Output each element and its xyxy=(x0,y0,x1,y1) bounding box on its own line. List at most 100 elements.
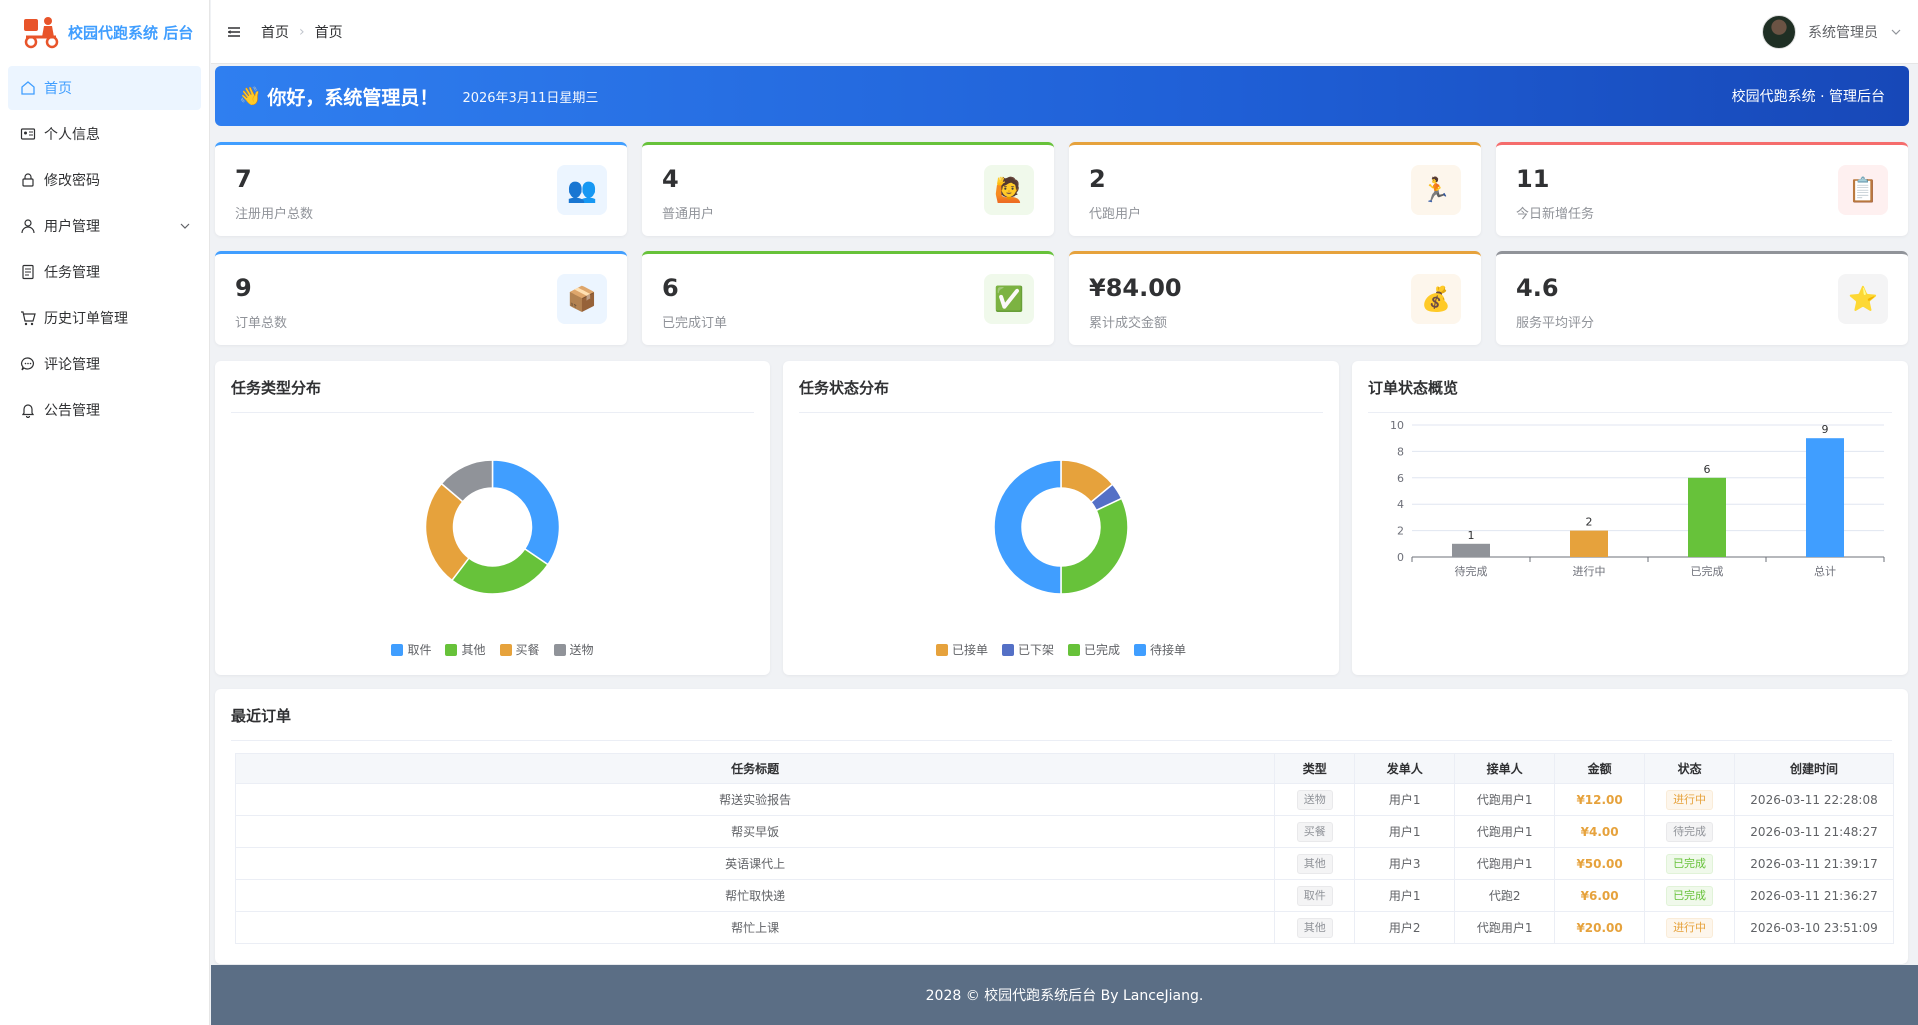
legend-item[interactable]: 已接单 xyxy=(935,641,988,658)
cell-runner: 代跑2 xyxy=(1454,879,1556,912)
cell-created: 2026-03-11 21:36:27 xyxy=(1734,879,1894,912)
cell-status: 已完成 xyxy=(1644,847,1736,880)
amount-value: ¥20.00 xyxy=(1576,920,1623,935)
sidebar-item-tasks[interactable]: 任务管理 xyxy=(8,250,201,294)
tag-badge: 送物 xyxy=(1296,789,1333,810)
chat-icon xyxy=(21,357,34,371)
sidebar-item-notices[interactable]: 公告管理 xyxy=(8,388,201,432)
legend-item[interactable]: 买餐 xyxy=(499,641,540,658)
legend-item[interactable]: 其他 xyxy=(445,641,486,658)
legend-item[interactable]: 已下架 xyxy=(1001,641,1054,658)
col-header-sender[interactable]: 发单人 xyxy=(1354,753,1456,784)
col-header-status[interactable]: 状态 xyxy=(1644,753,1736,784)
donut-slice-3[interactable] xyxy=(993,459,1062,595)
legend-swatch xyxy=(1068,644,1080,656)
recent-orders-title: 最近订单 xyxy=(231,705,1892,741)
legend-swatch xyxy=(1001,644,1014,656)
cell-type: 买餐 xyxy=(1274,815,1356,848)
chart-title: 订单状态概览 xyxy=(1368,377,1892,413)
package-icon: 📦 xyxy=(557,274,607,324)
avatar[interactable] xyxy=(1762,14,1796,49)
donut-slice-2[interactable] xyxy=(1060,497,1129,595)
sidebar-item-home[interactable]: 首页 xyxy=(8,66,201,110)
table-row[interactable]: 帮买早饭 买餐 用户1 代跑用户1 ¥4.00 待完成 2026-03-11 21:48:2… xyxy=(234,815,1894,848)
tag-badge: 其他 xyxy=(1296,917,1333,938)
cell-created: 2026-03-10 23:51:09 xyxy=(1734,911,1894,944)
main-content: 👋 你好，系统管理员！ 2026年3月11日星期三 校园代跑系统 · 管理后台 … xyxy=(211,64,1918,1025)
amount-value: ¥12.00 xyxy=(1576,792,1623,807)
stat-card-total-orders: 9 订单总数 📦 xyxy=(215,251,627,345)
sidebar-item-users[interactable]: 用户管理 xyxy=(8,204,201,248)
col-header-amount[interactable]: 金额 xyxy=(1554,753,1646,784)
col-header-created[interactable]: 创建时间 xyxy=(1734,753,1894,784)
chart-title: 任务类型分布 xyxy=(231,377,754,413)
table-header-row: 任务标题 类型 发单人 接单人 金额 状态 创建时间 xyxy=(234,753,1894,784)
sidebar-item-label: 历史订单管理 xyxy=(44,311,128,327)
top-header: 首页 › 首页 系统管理员 xyxy=(211,0,1918,64)
x-tick-label: 总计 xyxy=(1814,564,1836,578)
app-title: 校园代跑系统 后台 xyxy=(68,23,194,42)
cell-sender: 用户1 xyxy=(1354,879,1456,912)
tag-badge: 取件 xyxy=(1296,885,1333,906)
amount-value: ¥4.00 xyxy=(1580,824,1619,839)
legend-label: 取件 xyxy=(407,643,432,657)
stat-label: 普通用户 xyxy=(662,207,715,222)
y-tick-label: 2 xyxy=(1397,525,1404,538)
legend-label: 买餐 xyxy=(515,643,540,657)
sidebar-item-password[interactable]: 修改密码 xyxy=(8,158,201,202)
y-tick-label: 4 xyxy=(1397,498,1404,511)
legend-item[interactable]: 送物 xyxy=(553,641,594,658)
legend-item[interactable]: 取件 xyxy=(391,641,431,658)
cell-amount: ¥50.00 xyxy=(1554,847,1646,880)
cell-runner: 代跑用户1 xyxy=(1454,847,1556,880)
x-tick-label: 进行中 xyxy=(1573,565,1606,578)
cell-title: 帮忙取快递 xyxy=(234,879,1276,912)
cell-amount: ¥4.00 xyxy=(1554,815,1646,848)
cell-runner: 代跑用户1 xyxy=(1454,783,1556,816)
col-header-runner[interactable]: 接单人 xyxy=(1454,753,1556,784)
cell-title: 帮忙上课 xyxy=(234,911,1276,944)
sidebar-item-orders[interactable]: 历史订单管理 xyxy=(8,296,201,340)
chevron-down-icon[interactable] xyxy=(1890,26,1902,38)
table-row[interactable]: 帮忙上课 其他 用户2 代跑用户1 ¥20.00 进行中 2026-03-10 23:51:… xyxy=(234,911,1894,944)
stat-card-completed-orders: 6 已完成订单 ✅ xyxy=(642,251,1054,345)
bar-2[interactable] xyxy=(1688,477,1726,557)
stat-label: 已完成订单 xyxy=(662,316,728,331)
legend-item[interactable]: 已完成 xyxy=(1068,641,1120,658)
bar-3[interactable] xyxy=(1806,438,1844,557)
footer: 2028 © 校园代跑系统后台 By LanceJiang. xyxy=(211,965,1918,1025)
breadcrumb-root[interactable]: 首页 xyxy=(261,22,289,42)
cell-type: 送物 xyxy=(1274,783,1356,816)
cell-status: 进行中 xyxy=(1644,783,1736,816)
legend-item[interactable]: 待接单 xyxy=(1134,641,1186,658)
y-tick-label: 8 xyxy=(1397,445,1404,458)
y-tick-label: 10 xyxy=(1390,419,1404,432)
sidebar-item-label: 用户管理 xyxy=(44,219,100,235)
legend-swatch xyxy=(553,644,566,656)
cell-status: 待完成 xyxy=(1644,815,1736,848)
cell-type: 其他 xyxy=(1274,911,1356,944)
cell-amount: ¥6.00 xyxy=(1554,879,1646,912)
bar-1[interactable] xyxy=(1570,530,1608,557)
cell-amount: ¥12.00 xyxy=(1554,783,1646,816)
user-name[interactable]: 系统管理员 xyxy=(1808,22,1878,42)
legend-swatch xyxy=(1134,644,1147,656)
col-header-type[interactable]: 类型 xyxy=(1274,753,1356,784)
stat-card-runner-users: 2 代跑用户 🏃 xyxy=(1069,142,1481,236)
logo[interactable]: 校园代跑系统 后台 xyxy=(0,0,209,64)
menu-toggle-icon[interactable] xyxy=(227,25,241,39)
table-row[interactable]: 帮送实验报告 送物 用户1 代跑用户1 ¥12.00 进行中 2026-03-11 22:2… xyxy=(234,783,1894,816)
col-header-title[interactable]: 任务标题 xyxy=(234,753,1276,784)
x-tick-label: 待完成 xyxy=(1455,564,1488,578)
sidebar-item-comments[interactable]: 评论管理 xyxy=(8,342,201,386)
cell-created: 2026-03-11 21:48:27 xyxy=(1734,815,1894,848)
sidebar-item-profile[interactable]: 个人信息 xyxy=(8,112,201,156)
task-status-donut-chart xyxy=(993,459,1129,595)
cell-created: 2026-03-11 22:28:08 xyxy=(1734,783,1894,816)
bar-0[interactable] xyxy=(1452,543,1490,557)
bar-value-label: 2 xyxy=(1586,516,1593,529)
table-row[interactable]: 英语课代上 其他 用户3 代跑用户1 ¥50.00 已完成 2026-03-11 21:39… xyxy=(234,847,1894,880)
banner-brand: 校园代跑系统 · 管理后台 xyxy=(1731,89,1885,105)
user-menu[interactable]: 系统管理员 xyxy=(1762,14,1902,49)
table-row[interactable]: 帮忙取快递 取件 用户1 代跑2 ¥6.00 已完成 2026-03-11 21:36:27 xyxy=(234,879,1894,912)
